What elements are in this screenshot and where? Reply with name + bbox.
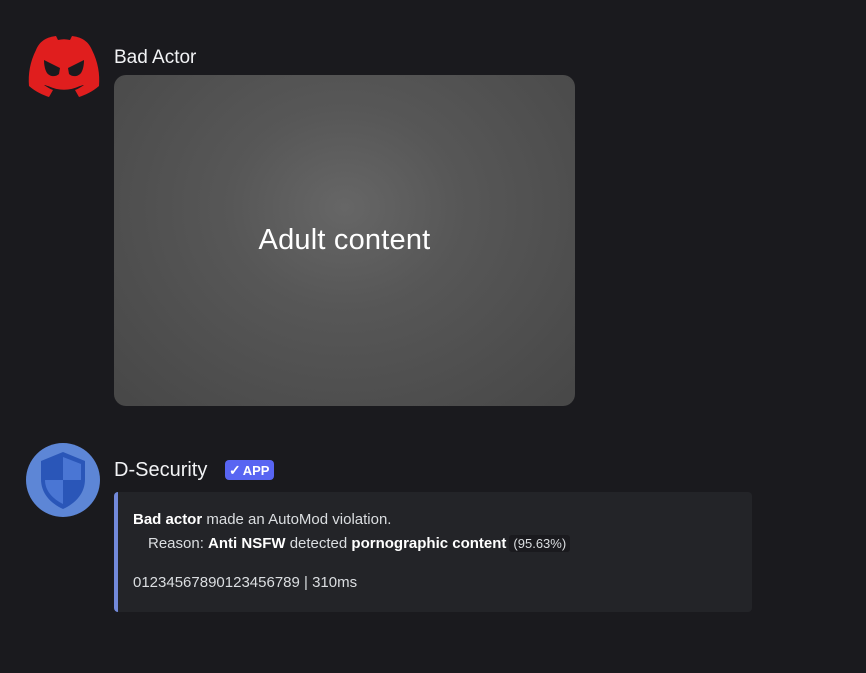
embed-reason-label: Reason: [148,535,209,552]
avatar[interactable] [26,30,100,104]
blurred-image-attachment[interactable]: Adult content [114,75,575,406]
automod-embed: Bad actor made an AutoMod violation. Rea… [114,492,752,612]
confidence-code: (95.63%) [509,535,571,552]
angry-discord-icon [28,36,100,97]
embed-detected-text: detected [285,535,352,552]
message-d-security: D-Security ✓ APP Bad actor made an AutoM… [0,430,866,630]
embed-footer: 01234567890123456789 | 310ms [133,574,358,591]
embed-violation-text: made an AutoMod violation. [202,511,392,528]
badge-label: APP [242,462,270,478]
embed-category: pornographic content [351,535,507,552]
author-name[interactable]: Bad Actor [114,47,196,69]
attachment-label: Adult content [258,224,431,256]
embed-filter-name: Anti NSFW [208,535,286,552]
embed-reason-line: Reason: Anti NSFW detected pornographic … [148,535,571,552]
author-name[interactable]: D-Security [114,459,207,482]
avatar[interactable] [26,443,100,517]
embed-subject: Bad actor [133,511,203,528]
message-bad-actor: Bad Actor Adult content [0,0,866,420]
app-badge: ✓ APP [225,460,275,480]
shield-icon [41,452,85,509]
embed-violation-line: Bad actor made an AutoMod violation. [133,511,391,528]
checkmark-icon: ✓ [229,462,241,478]
